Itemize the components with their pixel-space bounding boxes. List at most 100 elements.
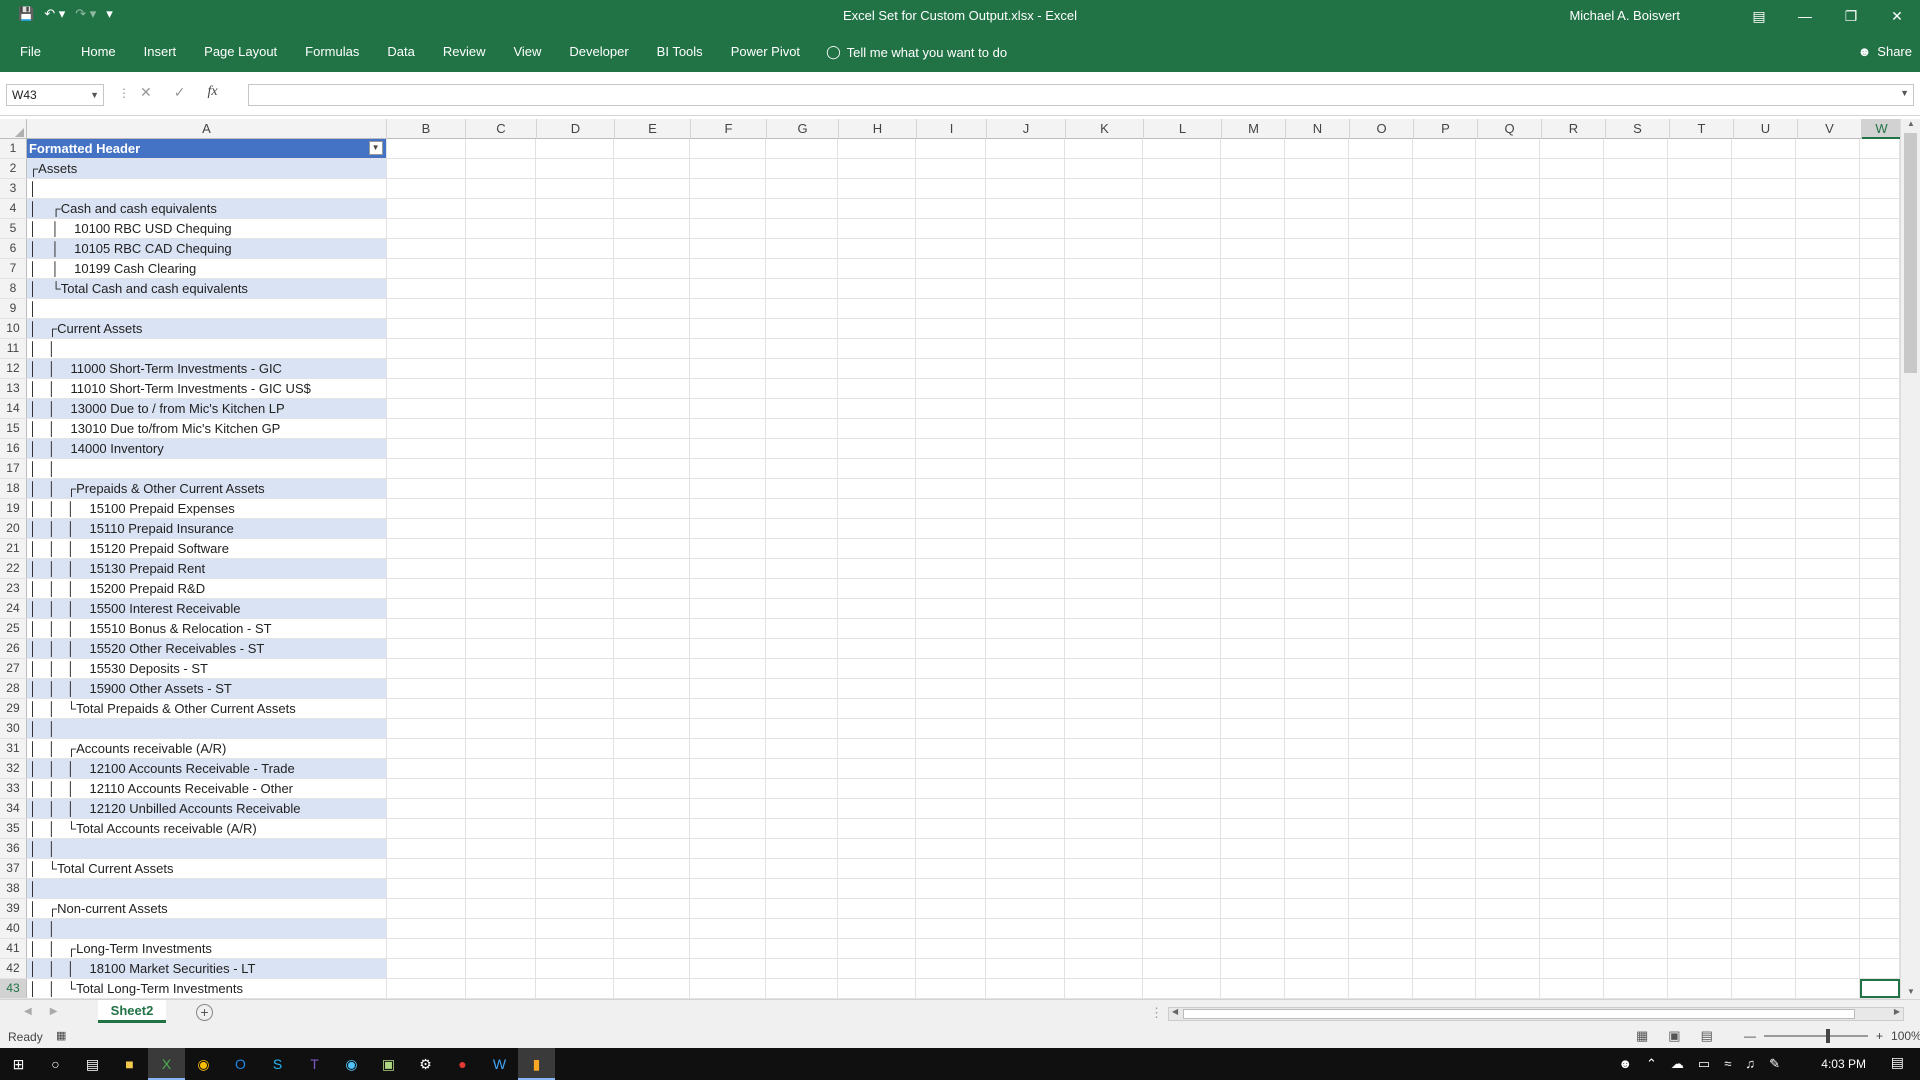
cell-t[interactable] (1668, 699, 1733, 718)
cell-g[interactable] (766, 659, 839, 678)
cell-n[interactable] (1285, 919, 1349, 938)
cell-h[interactable] (838, 199, 917, 218)
cell-g[interactable] (766, 139, 839, 158)
chevron-down-icon[interactable]: ▼ (90, 85, 99, 105)
cell-j[interactable] (986, 459, 1065, 478)
cell-o[interactable] (1349, 199, 1413, 218)
outlook-icon[interactable]: O (222, 1048, 259, 1080)
cell-w[interactable] (1860, 339, 1900, 358)
page-layout-view-icon[interactable]: ▣ (1668, 1028, 1680, 1044)
cell-b[interactable] (387, 139, 466, 158)
cell-b[interactable] (387, 899, 466, 918)
cell-b[interactable] (387, 299, 466, 318)
cell-r[interactable] (1540, 699, 1605, 718)
cell-b[interactable] (387, 619, 466, 638)
cell-s[interactable] (1604, 699, 1669, 718)
row-header[interactable]: 15 (0, 419, 27, 438)
cell-i[interactable] (916, 379, 986, 398)
cell-o[interactable] (1349, 299, 1413, 318)
cell-m[interactable] (1221, 499, 1285, 518)
cell-l[interactable] (1143, 859, 1221, 878)
cell-g[interactable] (766, 359, 839, 378)
cell-q[interactable] (1476, 439, 1541, 458)
cell-v[interactable] (1796, 499, 1861, 518)
cell-u[interactable] (1732, 299, 1797, 318)
cell-u[interactable] (1732, 439, 1797, 458)
cell-w[interactable] (1860, 599, 1900, 618)
cell-q[interactable] (1476, 239, 1541, 258)
cell-d[interactable] (536, 959, 615, 978)
settings-icon[interactable]: ⚙ (407, 1048, 444, 1080)
cell-s[interactable] (1604, 259, 1669, 278)
column-header-c[interactable]: C (466, 119, 537, 139)
row-header[interactable]: 39 (0, 899, 27, 918)
cell-p[interactable] (1413, 519, 1477, 538)
cell-j[interactable] (986, 659, 1065, 678)
cell-v[interactable] (1796, 279, 1861, 298)
cell-i[interactable] (916, 559, 986, 578)
cell-e[interactable] (614, 159, 691, 178)
cell-d[interactable] (536, 199, 615, 218)
cell-r[interactable] (1540, 279, 1605, 298)
cell-h[interactable] (838, 239, 917, 258)
cell-r[interactable] (1540, 539, 1605, 558)
cell-v[interactable] (1796, 799, 1861, 818)
cell-s[interactable] (1604, 319, 1669, 338)
cell-j[interactable] (986, 399, 1065, 418)
cell-s[interactable] (1604, 279, 1669, 298)
cell-p[interactable] (1413, 319, 1477, 338)
cell-e[interactable] (614, 419, 691, 438)
cell-d[interactable] (536, 899, 615, 918)
cell-f[interactable] (690, 519, 767, 538)
cell-f[interactable] (690, 779, 767, 798)
cell-a[interactable]: │ │ │ 12110 Accounts Receivable - Other (27, 779, 387, 798)
cell-a[interactable]: ┌Assets (26, 159, 387, 178)
cell-u[interactable] (1732, 559, 1797, 578)
cell-s[interactable] (1604, 179, 1669, 198)
notepad-icon[interactable]: ▣ (370, 1048, 407, 1080)
macro-record-icon[interactable]: ▦ (56, 1029, 66, 1042)
cell-i[interactable] (916, 739, 986, 758)
cell-l[interactable] (1143, 379, 1221, 398)
row-header[interactable]: 41 (0, 939, 27, 958)
row-header[interactable]: 43 (0, 979, 27, 998)
cell-u[interactable] (1732, 579, 1797, 598)
cell-p[interactable] (1413, 219, 1477, 238)
cell-w[interactable] (1860, 199, 1900, 218)
cell-d[interactable] (536, 779, 615, 798)
cell-l[interactable] (1143, 879, 1221, 898)
cell-s[interactable] (1604, 859, 1669, 878)
cell-c[interactable] (466, 479, 537, 498)
skype-icon[interactable]: S (259, 1048, 296, 1080)
column-header-v[interactable]: V (1798, 119, 1862, 139)
cell-o[interactable] (1349, 539, 1413, 558)
prev-sheet-icon[interactable]: ◀ (24, 1006, 32, 1017)
cell-i[interactable] (916, 139, 986, 158)
row-header[interactable]: 2 (0, 159, 27, 178)
cell-p[interactable] (1413, 659, 1477, 678)
cell-s[interactable] (1604, 519, 1669, 538)
cell-l[interactable] (1143, 219, 1221, 238)
cell-e[interactable] (614, 899, 691, 918)
row-header[interactable]: 20 (0, 519, 27, 538)
cell-w[interactable] (1860, 579, 1900, 598)
cell-l[interactable] (1143, 659, 1221, 678)
cell-q[interactable] (1476, 199, 1541, 218)
row-header[interactable]: 4 (0, 199, 27, 218)
cell-i[interactable] (916, 519, 986, 538)
cell-m[interactable] (1221, 619, 1285, 638)
cell-b[interactable] (387, 379, 466, 398)
cell-b[interactable] (387, 359, 466, 378)
cell-k[interactable] (1065, 279, 1143, 298)
cell-v[interactable] (1796, 419, 1861, 438)
cell-w[interactable] (1860, 519, 1900, 538)
zoom-in-icon[interactable]: + (1876, 1029, 1883, 1043)
cell-d[interactable] (536, 719, 615, 738)
cell-j[interactable] (986, 319, 1065, 338)
cell-d[interactable] (536, 259, 615, 278)
cell-b[interactable] (387, 779, 466, 798)
cell-i[interactable] (916, 979, 986, 998)
cell-i[interactable] (916, 879, 986, 898)
cell-l[interactable] (1143, 819, 1221, 838)
cell-l[interactable] (1143, 559, 1221, 578)
